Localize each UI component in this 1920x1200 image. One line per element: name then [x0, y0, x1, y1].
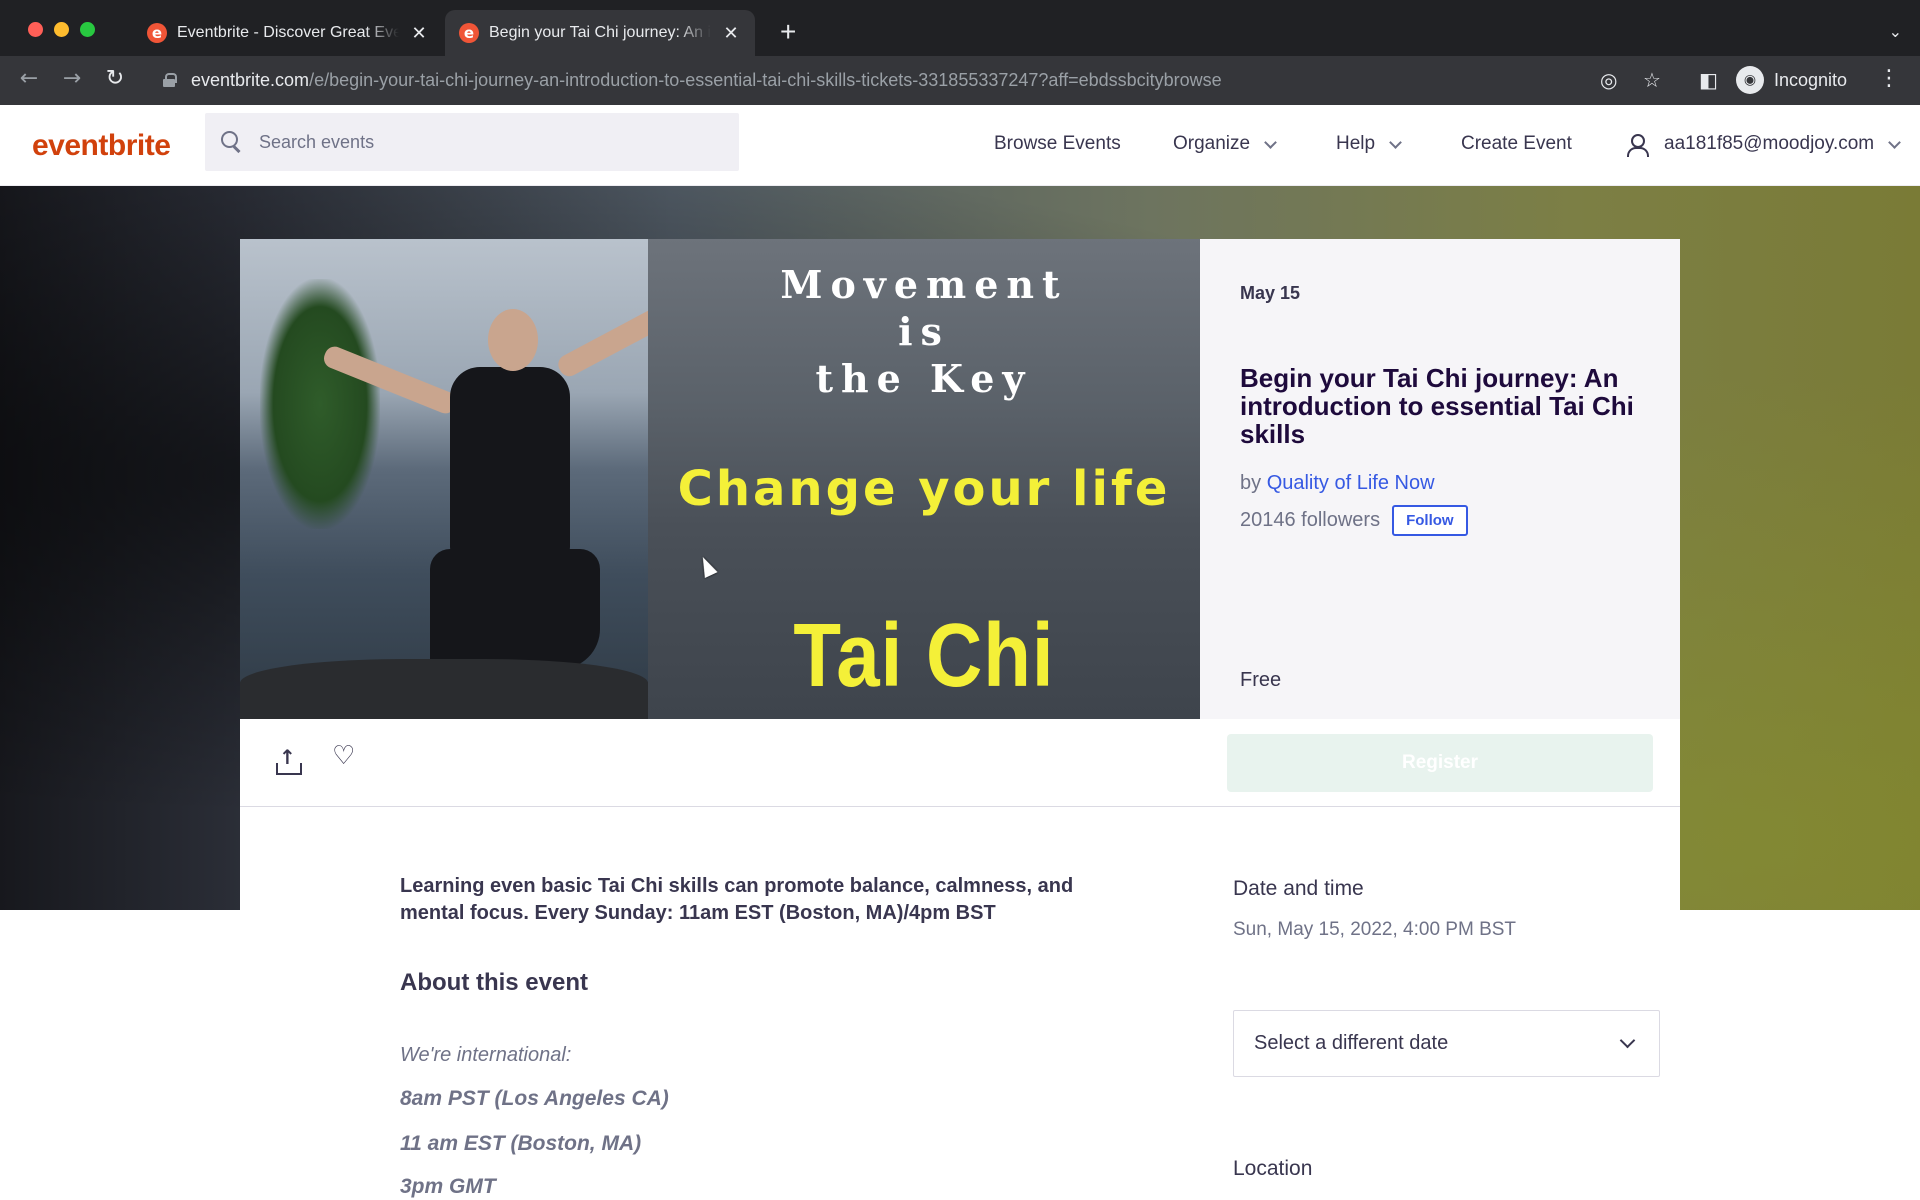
user-account-menu[interactable]: aa181f85@moodjoy.com [1626, 133, 1901, 157]
tree-island [260, 279, 380, 529]
person-legs [430, 549, 600, 669]
browser-toolbar: ← → ↻ eventbrite.com/e/begin-your-tai-ch… [0, 56, 1920, 105]
event-card: Movement is the Key Change your life Tai… [240, 239, 1680, 1200]
organizer-prefix: by [1240, 472, 1262, 494]
chevron-down-icon [1619, 1032, 1636, 1049]
tab-title: Eventbrite - Discover Great Events or Cr… [177, 24, 399, 41]
nav-browse-events[interactable]: Browse Events [994, 133, 1121, 155]
nav-label: Create Event [1461, 133, 1572, 154]
register-button[interactable]: Register [1227, 734, 1653, 792]
chevron-down-icon [1389, 135, 1402, 149]
tab-close-icon[interactable]: ✕ [409, 23, 429, 44]
organizer-followers: 20146 followers Follow [1240, 505, 1468, 536]
nav-label: Organize [1173, 133, 1251, 154]
person-head [488, 309, 538, 371]
incognito-icon: ◉ [1736, 66, 1764, 94]
about-time-line: 8am PST (Los Angeles CA) [400, 1087, 669, 1110]
share-icon[interactable] [276, 745, 302, 775]
about-time-line: 11 am EST (Boston, MA) [400, 1132, 642, 1155]
url-text[interactable]: eventbrite.com/e/begin-your-tai-chi-jour… [191, 70, 1222, 91]
date-time-heading: Date and time [1233, 877, 1364, 900]
new-tab-button[interactable]: + [780, 18, 796, 46]
event-banner-image: Movement is the Key Change your life Tai… [240, 239, 1200, 719]
event-date: May 15 [1240, 283, 1301, 303]
event-action-bar: ♡ Register [240, 719, 1680, 807]
about-intro: We're international: [400, 1044, 572, 1066]
dropdown-label: Select a different date [1254, 1032, 1449, 1054]
search-icon [221, 131, 243, 153]
tab-search-chevron-icon[interactable]: ⌄ [1889, 22, 1902, 42]
window-minimize-button[interactable] [54, 22, 69, 37]
event-summary: Learning even basic Tai Chi skills can p… [400, 875, 1074, 924]
address-bar[interactable]: eventbrite.com/e/begin-your-tai-chi-jour… [145, 62, 1775, 98]
event-organizer: by Quality of Life Now [1240, 472, 1435, 495]
reload-icon[interactable]: ↻ [100, 66, 130, 91]
eye-off-icon[interactable]: ◎ [1600, 68, 1617, 92]
window-zoom-button[interactable] [80, 22, 95, 37]
heart-icon[interactable]: ♡ [332, 741, 355, 771]
search-placeholder: Search events [259, 131, 375, 152]
location-heading: Location [1233, 1157, 1313, 1180]
select-different-date-dropdown[interactable]: Select a different date [1233, 1010, 1660, 1077]
eventbrite-favicon-icon: e [459, 23, 479, 43]
back-arrow-icon[interactable]: ← [14, 66, 44, 91]
chevron-down-icon [1264, 135, 1277, 149]
nav-create-event[interactable]: Create Event [1461, 133, 1572, 155]
browser-tab-eventbrite-home[interactable]: e Eventbrite - Discover Great Events or … [133, 10, 443, 56]
user-icon [1626, 133, 1649, 157]
event-title: Begin your Tai Chi journey: An introduct… [1240, 363, 1634, 449]
nav-label: Help [1336, 133, 1376, 154]
url-path: /e/begin-your-tai-chi-journey-an-introdu… [309, 69, 1222, 90]
organizer-link[interactable]: Quality of Life Now [1267, 472, 1435, 494]
search-input[interactable]: Search events [205, 113, 739, 171]
user-email: aa181f85@moodjoy.com [1664, 133, 1875, 154]
tab-close-icon[interactable]: ✕ [721, 23, 741, 44]
rock [240, 659, 648, 719]
url-domain: eventbrite.com [191, 69, 310, 90]
incognito-profile-button[interactable]: ◉ Incognito [1736, 62, 1847, 98]
banner-text-tai-chi-sundays: Tai Chi Sundays [758, 604, 1089, 720]
follow-button[interactable]: Follow [1392, 505, 1468, 536]
nav-label: Browse Events [994, 133, 1121, 154]
window-close-button[interactable] [28, 22, 43, 37]
date-time-value: Sun, May 15, 2022, 4:00 PM BST [1233, 919, 1517, 940]
banner-line: Movement [780, 262, 1068, 307]
nav-organize[interactable]: Organize [1173, 133, 1277, 155]
event-info-panel: May 15 Begin your Tai Chi journey: An in… [1200, 239, 1680, 719]
banner-text-movement: Movement is the Key [648, 261, 1200, 402]
nav-help[interactable]: Help [1336, 133, 1402, 155]
site-header: eventbrite Search events Browse Events O… [0, 105, 1920, 186]
browser-tab-event[interactable]: e Begin your Tai Chi journey: An introdu… [445, 10, 755, 56]
banner-text-change: Change your life [677, 461, 1171, 517]
eventbrite-logo[interactable]: eventbrite [32, 129, 171, 163]
tab-title: Begin your Tai Chi journey: An introduct… [489, 24, 711, 41]
incognito-label: Incognito [1774, 69, 1848, 90]
about-time-line: 3pm GMT [400, 1175, 496, 1198]
kebab-menu-icon[interactable]: ⋮ [1878, 66, 1900, 91]
eventbrite-favicon-icon: e [147, 23, 167, 43]
tai-chi-photo [240, 239, 707, 719]
followers-count: 20146 followers [1240, 509, 1381, 531]
about-heading: About this event [400, 969, 589, 996]
forward-arrow-icon[interactable]: → [57, 66, 87, 91]
lock-icon[interactable] [163, 73, 177, 87]
chevron-down-icon [1888, 135, 1901, 149]
person-body [450, 367, 570, 557]
banner-line: the Key [815, 356, 1033, 401]
banner-line: is [898, 309, 950, 354]
event-price: Free [1240, 669, 1282, 691]
star-icon[interactable]: ☆ [1643, 68, 1661, 92]
side-panel-icon[interactable]: ◧ [1699, 68, 1718, 92]
